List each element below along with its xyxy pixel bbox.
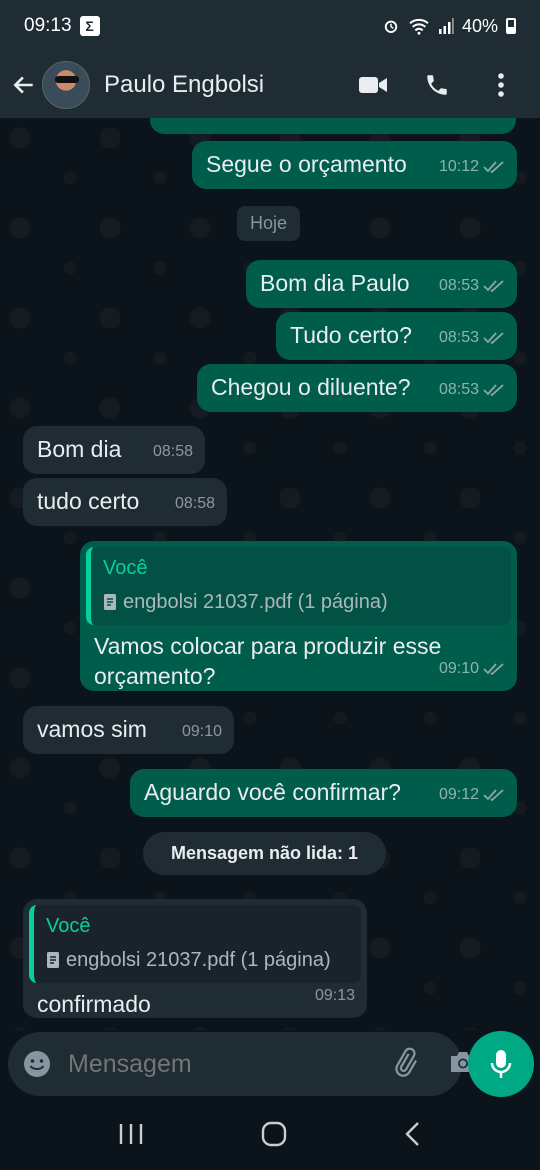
message-time: 10:12 xyxy=(438,158,479,175)
signal-icon xyxy=(438,18,454,34)
double-check-icon xyxy=(483,280,504,293)
document-icon xyxy=(47,952,59,968)
message-meta: 08:58 xyxy=(153,437,193,467)
back-nav-icon[interactable] xyxy=(404,1121,422,1152)
message-meta: 08:53 xyxy=(439,375,505,405)
emoji-icon[interactable] xyxy=(22,1049,52,1079)
message-text: Segue o orçamento xyxy=(206,151,407,177)
message-bubble[interactable]: Você engbolsi 21037.pdf (1 página) confi… xyxy=(23,899,367,1018)
status-icons: 40% xyxy=(382,16,516,37)
double-check-icon xyxy=(483,161,504,174)
message-bubble[interactable]: Bom dia 08:58 xyxy=(23,426,205,474)
quote-file: engbolsi 21037.pdf (1 página) xyxy=(103,587,499,617)
message-input[interactable] xyxy=(68,1049,390,1079)
message-bubble[interactable]: tudo certo 08:58 xyxy=(23,478,227,526)
message-meta: 09:12 xyxy=(439,780,505,810)
video-call-icon[interactable] xyxy=(358,70,388,100)
quote-file-name: engbolsi 21037.pdf (1 página) xyxy=(66,949,331,971)
message-meta: 08:58 xyxy=(175,489,215,519)
message-meta: 10:12 xyxy=(438,118,504,127)
quote-author: Você xyxy=(46,915,91,937)
double-check-icon xyxy=(483,332,504,345)
quoted-message[interactable]: Você engbolsi 21037.pdf (1 página) xyxy=(29,905,361,983)
message-meta: 08:53 xyxy=(439,323,505,353)
message-bubble[interactable]: vamos sim 09:10 xyxy=(23,706,234,754)
message-time: 08:53 xyxy=(438,381,479,398)
voice-call-icon[interactable] xyxy=(422,70,452,100)
message-bubble[interactable]: Tudo certo? 08:53 xyxy=(276,312,517,360)
double-check-icon xyxy=(483,663,504,676)
unread-separator: Mensagem não lida: 1 xyxy=(143,832,387,875)
message-bubble[interactable]: Você engbolsi 21037.pdf (1 página) Vamos… xyxy=(80,541,517,691)
message-time: 08:53 xyxy=(438,329,479,346)
message-bubble[interactable]: Bom dia Paulo 08:53 xyxy=(246,260,517,308)
message-time: 08:58 xyxy=(174,495,215,512)
quoted-message[interactable]: Você engbolsi 21037.pdf (1 página) xyxy=(86,547,511,625)
double-check-icon xyxy=(490,118,492,119)
message-bubble[interactable]: Segue o orçamento 10:12 xyxy=(192,141,517,189)
message-meta: 09:10 xyxy=(439,654,505,684)
double-check-icon xyxy=(483,789,504,802)
message-meta: 09:10 xyxy=(182,717,222,747)
attach-icon[interactable] xyxy=(390,1047,420,1082)
message-text: Tudo certo? xyxy=(290,322,412,348)
date-separator: Hoje xyxy=(237,206,301,241)
quote-file: engbolsi 21037.pdf (1 página) xyxy=(46,945,349,975)
chat-area[interactable]: 10:12 Segue o orçamento 10:12 Hoje Bom d… xyxy=(0,118,540,1030)
home-icon[interactable] xyxy=(261,1121,287,1152)
message-time: 10:12 xyxy=(438,118,478,127)
message-meta: 08:53 xyxy=(439,271,505,301)
message-time: 08:58 xyxy=(152,443,193,460)
microphone-icon xyxy=(490,1050,512,1078)
message-text: confirmado xyxy=(37,991,151,1017)
double-check-icon xyxy=(483,384,504,397)
message-meta: 10:12 xyxy=(439,152,505,182)
recent-apps-icon[interactable] xyxy=(118,1122,144,1151)
more-options-icon[interactable] xyxy=(486,70,516,100)
contact-name[interactable]: Paulo Engbolsi xyxy=(104,71,264,99)
message-bubble[interactable]: Chegou o diluente? 08:53 xyxy=(197,364,517,412)
message-bubble[interactable]: 10:12 xyxy=(150,118,516,134)
message-text: Aguardo você confirmar? xyxy=(144,779,401,805)
message-time: 09:12 xyxy=(438,786,479,803)
quote-file-name: engbolsi 21037.pdf (1 página) xyxy=(123,591,388,613)
message-time: 08:53 xyxy=(438,277,479,294)
message-meta: 09:13 xyxy=(315,981,355,1011)
message-time: 09:13 xyxy=(314,987,355,1004)
message-time: 09:10 xyxy=(438,660,479,677)
message-input-bar xyxy=(8,1032,475,1096)
battery-percent: 40% xyxy=(461,15,498,36)
back-arrow-icon[interactable] xyxy=(10,71,38,99)
status-time: 09:13 xyxy=(24,15,72,36)
avatar[interactable] xyxy=(42,61,90,109)
battery-icon xyxy=(506,18,516,34)
document-icon xyxy=(104,594,116,610)
message-bubble[interactable]: Aguardo você confirmar? 09:12 xyxy=(130,769,517,817)
mic-button[interactable] xyxy=(468,1031,534,1097)
wifi-icon xyxy=(409,18,429,35)
status-bar: 09:13 Σ 40% xyxy=(0,0,540,52)
chat-header: Paulo Engbolsi xyxy=(0,52,540,118)
message-text: vamos sim xyxy=(37,716,147,742)
message-text: Bom dia xyxy=(37,436,122,462)
message-time: 09:10 xyxy=(181,723,222,740)
alarm-icon xyxy=(384,20,398,33)
system-nav-bar xyxy=(0,1102,540,1170)
message-text: tudo certo xyxy=(37,488,140,514)
message-text: Bom dia Paulo xyxy=(260,270,410,296)
sigma-app-icon: Σ xyxy=(79,16,100,36)
quote-author: Você xyxy=(103,557,148,579)
message-text: Chegou o diluente? xyxy=(211,374,411,400)
